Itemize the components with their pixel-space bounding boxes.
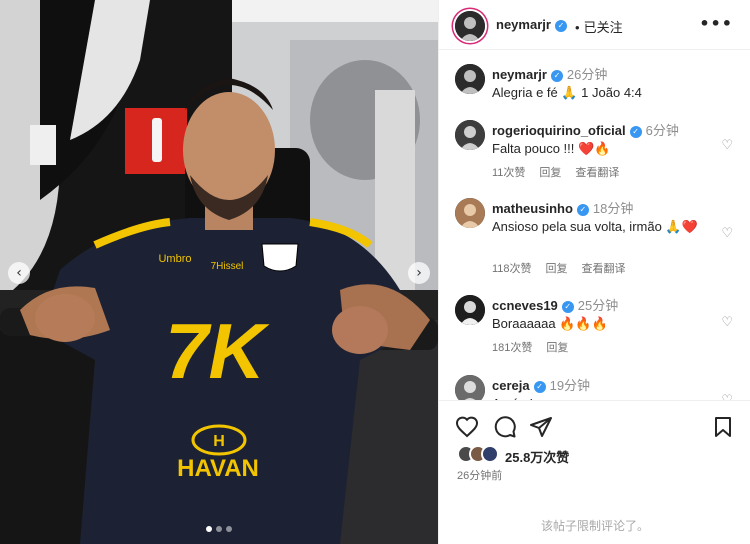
caption-text: Alegria e fé 🙏 1 João 4:4 — [492, 85, 642, 100]
author-username[interactable]: neymarjr ✓ — [496, 17, 567, 32]
comment-header: cereja ✓ 19分钟 — [492, 375, 590, 394]
comments-limited-note: 该帖子限制评论了。 — [540, 519, 649, 533]
heart-icon[interactable] — [455, 415, 479, 439]
comment-icon[interactable] — [493, 415, 517, 439]
caption-time: 26分钟 — [566, 67, 608, 82]
verified-icon: ✓ — [561, 300, 574, 313]
follow-status-button[interactable]: • 已关注 — [575, 17, 623, 36]
verified-icon: ✓ — [629, 125, 642, 138]
verified-icon: ✓ — [554, 19, 567, 32]
verified-icon: ✓ — [533, 380, 546, 393]
carousel-indicator — [0, 526, 438, 532]
comment-username[interactable]: cereja — [492, 378, 530, 393]
comment-time: 18分钟 — [592, 201, 634, 216]
more-icon[interactable]: ••• — [699, 14, 733, 33]
post-side-panel: neymarjr ✓ • 已关注 ••• neymarjr ✓ 26分钟 Alegria… — [438, 0, 750, 544]
comment-meta: 118次赞 回复 查看翻译 — [492, 260, 640, 276]
post-image: 7K H HAVAN Umbro 7Hissel — [0, 0, 438, 544]
reply-button[interactable]: 回复 — [546, 263, 568, 275]
comment-header: ccneves19 ✓ 25分钟 — [492, 295, 618, 314]
caption-username[interactable]: neymarjr — [492, 67, 547, 82]
follow-status-text[interactable]: 已关注 — [584, 20, 623, 35]
comment-username[interactable]: matheusinho — [492, 201, 573, 216]
heart-icon[interactable]: ♡ — [721, 315, 733, 330]
caption-avatar[interactable] — [455, 64, 485, 94]
carousel-dot — [216, 526, 222, 532]
reply-button[interactable]: 回复 — [546, 342, 568, 354]
share-icon[interactable] — [529, 415, 553, 439]
comment-text: Ansioso pela sua volta, irmão 🙏❤️ — [492, 219, 698, 234]
liker-avatar — [481, 445, 499, 463]
verified-icon: ✓ — [576, 203, 589, 216]
caption-header: neymarjr ✓ 26分钟 — [492, 64, 607, 83]
author-username-text[interactable]: neymarjr — [496, 17, 551, 32]
comment-time: 19分钟 — [549, 378, 591, 393]
commenter-avatar[interactable] — [455, 295, 485, 325]
author-avatar[interactable] — [455, 11, 485, 41]
comment-header: matheusinho ✓ 18分钟 — [492, 198, 633, 217]
post-actions: 25.8万次赞 26分钟前 该帖子限制评论了。 — [439, 400, 750, 544]
post-timestamp[interactable]: 26分钟前 — [457, 467, 502, 483]
commenter-avatar[interactable] — [455, 198, 485, 228]
bookmark-icon[interactable] — [711, 415, 735, 439]
heart-icon[interactable]: ♡ — [721, 138, 733, 153]
comment-text: Falta pouco !!! ❤️🔥 — [492, 141, 611, 156]
chevron-right-icon: › — [416, 265, 422, 281]
comment-header: rogerioquirino_oficial ✓ 6分钟 — [492, 120, 679, 139]
comment-time: 25分钟 — [577, 298, 619, 313]
translate-button[interactable]: 查看翻译 — [575, 167, 619, 179]
reply-button[interactable]: 回复 — [539, 167, 561, 179]
comment-meta: 11次赞 回复 查看翻译 — [492, 164, 633, 180]
comment-likes[interactable]: 118次赞 — [492, 263, 532, 275]
translate-button[interactable]: 查看翻译 — [582, 263, 626, 275]
chevron-left-icon: ‹ — [16, 265, 22, 281]
svg-text:H: H — [213, 433, 225, 450]
svg-text:Umbro: Umbro — [158, 253, 191, 265]
separator-dot: • — [575, 20, 580, 35]
likes-count[interactable]: 25.8万次赞 — [505, 447, 569, 466]
post-header: neymarjr ✓ • 已关注 ••• — [439, 0, 750, 50]
carousel-dot — [226, 526, 232, 532]
carousel-prev-button[interactable]: ‹ — [8, 262, 30, 284]
comment-likes[interactable]: 11次赞 — [492, 167, 525, 179]
carousel-next-button[interactable]: › — [408, 262, 430, 284]
comment-username[interactable]: rogerioquirino_oficial — [492, 123, 626, 138]
post-photo[interactable]: 7K H HAVAN Umbro 7Hissel ‹ › — [0, 0, 438, 544]
svg-text:7Hissel: 7Hissel — [211, 261, 244, 272]
verified-icon: ✓ — [550, 69, 563, 82]
commenter-avatar[interactable] — [455, 120, 485, 150]
comment-username[interactable]: ccneves19 — [492, 298, 558, 313]
comment-meta: 181次赞 回复 — [492, 339, 582, 355]
comment-time: 6分钟 — [645, 123, 679, 138]
shirt-sponsor-7k: 7K — [165, 307, 270, 395]
comment-text: Boraaaaaa 🔥🔥🔥 — [492, 316, 608, 331]
shirt-sponsor-havan: HAVAN — [177, 455, 259, 482]
comment-likes[interactable]: 181次赞 — [492, 342, 532, 354]
carousel-dot — [206, 526, 212, 532]
heart-icon[interactable]: ♡ — [721, 226, 733, 241]
